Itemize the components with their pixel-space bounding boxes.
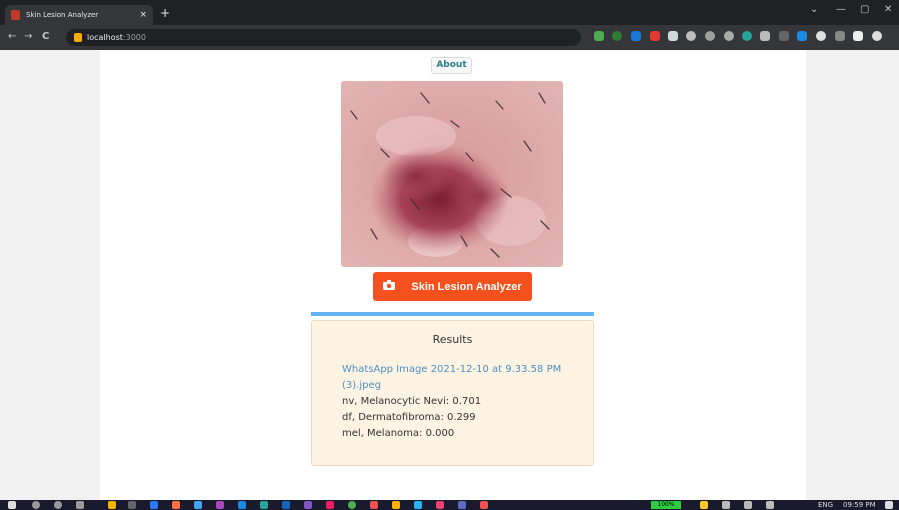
uploaded-lesion-image [341,81,563,267]
new-tab-button[interactable]: + [160,6,170,20]
extension-icon[interactable] [705,31,715,41]
cortana-icon[interactable] [54,501,62,509]
language-indicator[interactable]: ENG [818,500,833,510]
extension-icon[interactable] [650,31,660,41]
tray-icon[interactable] [722,501,730,509]
task-view-icon[interactable] [76,501,84,509]
os-taskbar: 100% ENG 09:59 PM [0,500,899,510]
camera-icon [383,280,396,293]
extension-icon[interactable] [779,31,789,41]
clock[interactable]: 09:59 PM [843,500,876,510]
maximize-button[interactable]: ▢ [860,4,869,15]
analyze-upload-button[interactable]: Skin Lesion Analyzer [373,272,532,301]
taskbar-app-icon[interactable] [194,501,202,509]
extension-icon[interactable] [760,31,770,41]
forward-button[interactable]: → [24,31,32,42]
notifications-icon[interactable] [885,501,893,509]
taskbar-app-icon[interactable] [370,501,378,509]
taskbar-app-icon[interactable] [326,501,334,509]
app-page: About Skin Lesion Analyzer Results Whats… [100,50,806,500]
profile-avatar[interactable] [872,31,882,41]
results-panel: Results WhatsApp Image 2021-12-10 at 9.3… [311,320,594,466]
extension-icon[interactable] [612,31,622,41]
network-icon[interactable] [744,501,752,509]
extension-icon[interactable] [742,31,752,41]
taskbar-app-icon[interactable] [392,501,400,509]
minimize-button[interactable]: — [836,4,846,15]
tab-search-icon[interactable]: ⌄ [810,4,818,15]
results-body: WhatsApp Image 2021-12-10 at 9.33.58 PM … [342,362,572,442]
close-window-button[interactable]: ✕ [884,4,892,15]
analysis-progress-bar [311,312,594,316]
tab-title: Skin Lesion Analyzer [26,11,99,19]
search-icon[interactable] [32,501,40,509]
extension-icon[interactable] [631,31,641,41]
taskbar-app-icon[interactable] [150,501,158,509]
volume-icon[interactable] [766,501,774,509]
battery-indicator[interactable]: 100% [651,501,681,509]
taskbar-app-icon[interactable] [260,501,268,509]
windows-start-icon[interactable] [8,501,16,509]
taskbar-app-icon[interactable] [128,501,136,509]
taskbar-app-icon[interactable] [304,501,312,509]
prediction-line: nv, Melanocytic Nevi: 0.701 [342,396,482,407]
browser-tab-bar: Skin Lesion Analyzer × + ⌄ — ▢ ✕ [0,0,899,25]
tab-close-icon[interactable]: × [139,10,147,20]
about-button[interactable]: About [431,57,472,74]
taskbar-app-icon[interactable] [458,501,466,509]
back-button[interactable]: ← [8,31,16,42]
url-input[interactable]: localhost:3000 [66,29,581,46]
extension-icon[interactable] [724,31,734,41]
vscode-icon[interactable] [238,501,246,509]
taskbar-app-icon[interactable] [282,501,290,509]
results-heading: Results [432,333,473,346]
prediction-line: df, Dermatofibroma: 0.299 [342,412,476,423]
taskbar-app-icon[interactable] [436,501,444,509]
file-explorer-icon[interactable] [108,501,116,509]
extension-icon[interactable] [835,31,845,41]
browser-tab[interactable]: Skin Lesion Analyzer × [5,5,153,25]
extension-icon[interactable] [594,31,604,41]
extensions-puzzle-icon[interactable] [853,31,863,41]
taskbar-app-icon[interactable] [414,501,422,509]
extension-icon[interactable] [816,31,826,41]
reload-button[interactable]: C [42,31,49,42]
site-info-icon[interactable] [74,33,82,42]
taskbar-app-icon[interactable] [480,501,488,509]
result-file-name: WhatsApp Image 2021-12-10 at 9.33.58 PM … [342,364,562,391]
progress-fill [311,312,594,316]
extension-icon[interactable] [668,31,678,41]
taskbar-app-icon[interactable] [216,501,224,509]
chrome-icon[interactable] [348,501,356,509]
taskbar-app-icon[interactable] [172,501,180,509]
extension-icon[interactable] [797,31,807,41]
tray-icon[interactable] [700,501,708,509]
extension-icon[interactable] [686,31,696,41]
url-text: localhost:3000 [87,33,146,42]
app-favicon-icon [11,10,20,20]
prediction-line: mel, Melanoma: 0.000 [342,428,455,439]
analyze-button-label: Skin Lesion Analyzer [411,280,522,293]
